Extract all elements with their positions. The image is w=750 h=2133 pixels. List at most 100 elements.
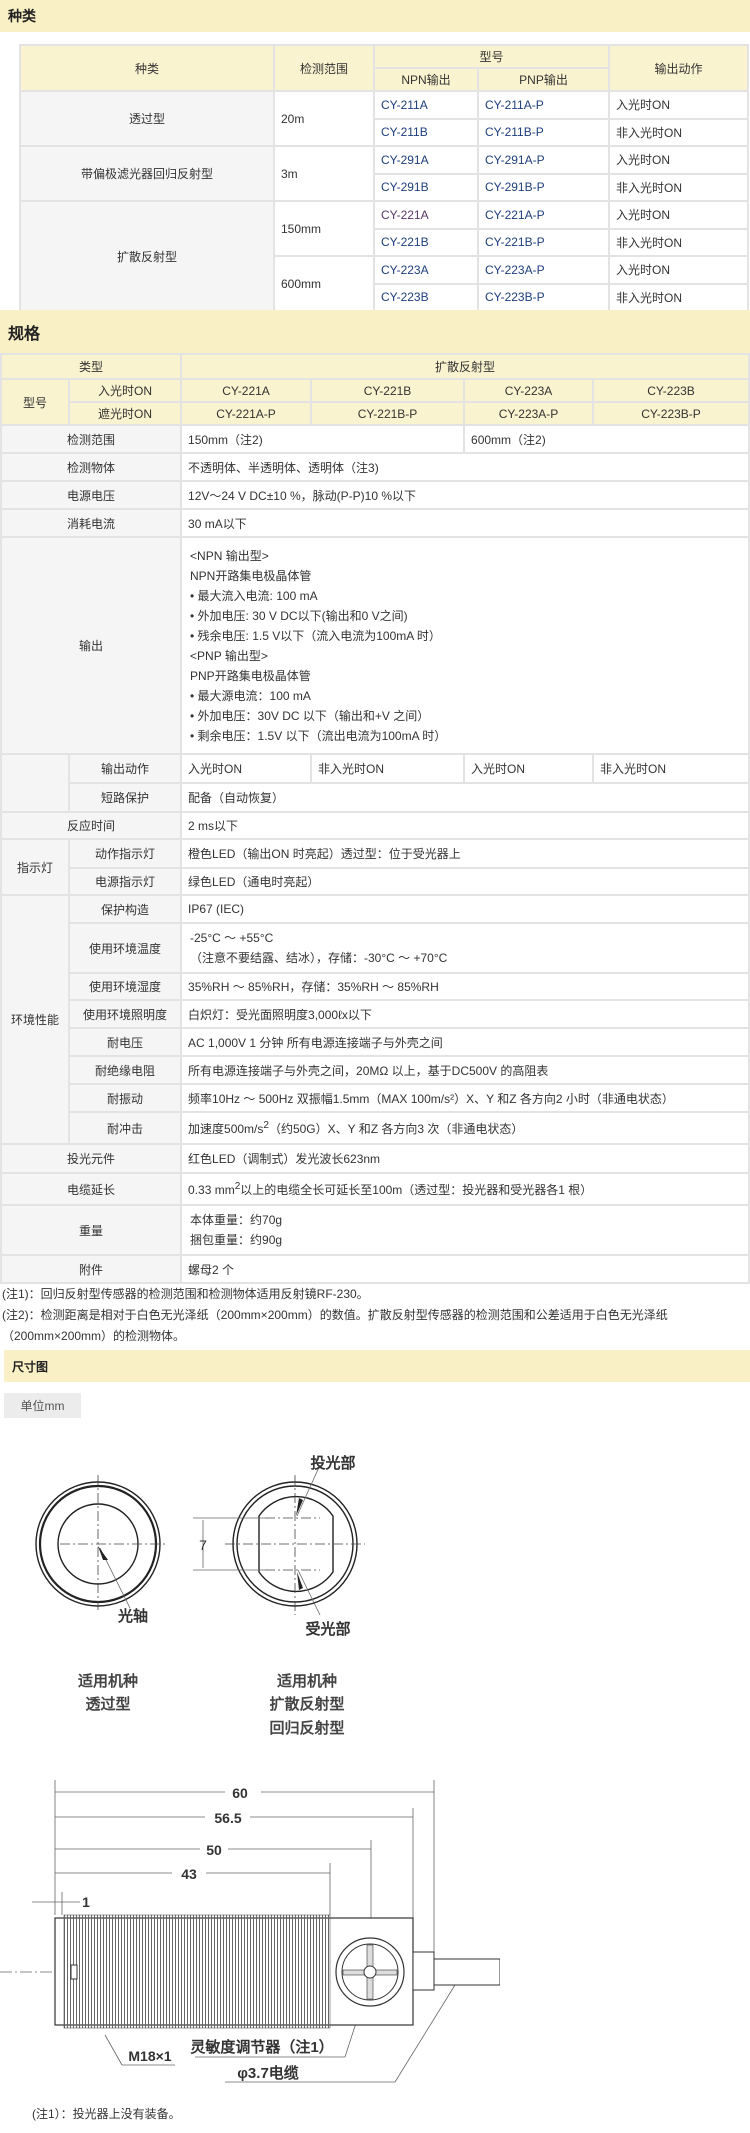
action-value: 入光时ON	[463, 753, 595, 784]
action-cell: 入光时ON	[608, 255, 750, 285]
cable-text: 以上的电缆全长可延长至100m（透过型：投光器和受光器各1 根）	[240, 1182, 593, 1197]
dim-56-5: 56.5	[214, 1810, 241, 1826]
emitter-label: 投光部	[310, 1454, 355, 1472]
type-value: 扩散反射型	[180, 353, 750, 380]
output-line: • 外加电压：30V DC 以下（输出和+V 之间）	[190, 708, 430, 723]
illum-value: 白炽灯：受光面照明度3,000ℓx以下	[180, 999, 750, 1029]
right-caption: 回归反射型	[269, 1719, 344, 1737]
output-group-label	[0, 753, 70, 813]
type-label: 类型	[0, 353, 183, 380]
pnp-model-link[interactable]: CY-221A-P	[476, 200, 611, 230]
emitter-value: 红色LED（调制式）发光波长623nm	[180, 1143, 750, 1174]
temp-label: 使用环境温度	[67, 922, 183, 974]
weight-line: 捆包重量：约90g	[190, 1233, 283, 1247]
object-label: 检测物体	[0, 452, 183, 482]
section-header-dimensions: 尺寸图	[4, 1350, 750, 1382]
model-b: CY-223A-P	[463, 401, 595, 426]
cable-label: φ3.7电缆	[237, 2064, 299, 2082]
pnp-model-link[interactable]: CY-291B-P	[476, 172, 611, 202]
npn-model-link[interactable]: CY-211A	[373, 90, 479, 120]
output-line: NPN开路集电极晶体管	[190, 568, 312, 583]
voltage-label: 电源电压	[0, 480, 183, 510]
dim-1: 1	[82, 1894, 90, 1910]
output-line: • 外加电压: 30 V DC以下(输出和0 V之间)	[190, 608, 408, 623]
emitter-label: 投光元件	[0, 1143, 183, 1174]
pnp-model-link[interactable]: CY-211A-P	[476, 90, 611, 120]
model-b: CY-221B-P	[310, 401, 466, 426]
output-line: <NPN 输出型>	[190, 548, 269, 563]
temp-line: （注意不要结露、结冰），存储：-30°C ～ +70°C	[190, 951, 448, 965]
action-cell: 非入光时ON	[608, 227, 750, 257]
output-line: PNP开路集电极晶体管	[190, 668, 311, 683]
model-a: CY-223A	[463, 378, 595, 403]
thread-label: M18×1	[128, 2048, 171, 2064]
output-line: • 最大源电流：100 mA	[190, 688, 311, 703]
adjuster-label: 灵敏度调节器（注1）	[190, 2038, 333, 2056]
left-caption: 适用机种	[78, 1672, 138, 1690]
dark-on-label: 遮光时ON	[67, 401, 183, 426]
types-table: 种类 检测范围 型号 输出动作 NPN输出 PNP输出 透过型 20m CY-211A CY-…	[19, 44, 750, 312]
npn-model-link[interactable]: CY-221A	[373, 200, 479, 230]
footnote-1: (注1)：回归反射型传感器的检测范围和检测物体适用反射镜RF-230。	[2, 1287, 369, 1301]
npn-model-link[interactable]: CY-291A	[373, 145, 479, 175]
front-view-diagrams: 光轴 投光部 受光部 7 适用机种 透过型 适用机种 扩散反射型 回归反射型	[35, 1454, 365, 1737]
pnp-model-link[interactable]: CY-211B-P	[476, 117, 611, 147]
npn-model-link[interactable]: CY-221B	[373, 227, 479, 257]
output-line: • 剩余电压：1.5V 以下（流出电流为100mA 时）	[190, 728, 447, 743]
section-title: 尺寸图	[12, 1359, 49, 1374]
pnp-model-link[interactable]: CY-221B-P	[476, 227, 611, 257]
output-value: <NPN 输出型> NPN开路集电极晶体管 • 最大流入电流: 100 mA • 外加…	[180, 536, 750, 755]
npn-model-link[interactable]: CY-211B	[373, 117, 479, 147]
action-cell: 非入光时ON	[608, 172, 750, 202]
npn-model-link[interactable]: CY-223A	[373, 255, 479, 285]
weight-value: 本体重量：约70g 捆包重量：约90g	[180, 1204, 750, 1256]
light-on-label: 入光时ON	[67, 378, 183, 403]
receiver-label: 受光部	[305, 1620, 350, 1638]
npn-model-link[interactable]: CY-223B	[373, 282, 479, 312]
dimension-note: (注1）：投光器上没有装备。	[32, 2106, 181, 2121]
cable-stub	[412, 1951, 435, 1991]
current-value: 30 mA以下	[180, 508, 750, 538]
right-caption: 扩散反射型	[269, 1695, 344, 1713]
output-line: <PNP 输出型>	[190, 648, 268, 663]
pnp-model-link[interactable]: CY-223A-P	[476, 255, 611, 285]
section-title: 规格	[8, 325, 41, 343]
output-line: • 残余电压: 1.5 V以下（流入电流为100mA 时）	[190, 628, 441, 643]
dim-60: 60	[232, 1785, 248, 1801]
model-b: CY-221A-P	[180, 401, 313, 426]
withstand-label: 耐电压	[67, 1027, 183, 1057]
unit-label: 单位mm	[4, 1393, 81, 1418]
action-cell: 非入光时ON	[608, 282, 750, 312]
pnp-model-link[interactable]: CY-291A-P	[476, 145, 611, 175]
range-cell: 20m	[273, 90, 375, 147]
header-action: 输出动作	[608, 44, 750, 92]
action-cell: 非入光时ON	[608, 117, 750, 147]
range-value: 600mm（注2)	[463, 424, 750, 454]
pnp-model-link[interactable]: CY-223B-P	[476, 282, 611, 312]
cable	[433, 1958, 500, 1986]
protect-label: 保护构造	[67, 894, 183, 924]
temp-line: -25°C ～ +55°C	[190, 931, 274, 945]
power-indicator-label: 电源指示灯	[67, 867, 183, 896]
output-line: • 最大流入电流: 100 mA	[190, 588, 318, 603]
footnote-2: (注2)：检测距离是相对于白色无光泽纸（200mm×200mm）的数值。扩散反射…	[2, 1308, 668, 1343]
response-label: 反应时间	[0, 811, 183, 840]
power-indicator-value: 绿色LED（通电时亮起）	[180, 867, 750, 896]
output-label: 输出	[0, 536, 183, 755]
object-value: 不透明体、半透明体、透明体（注3)	[180, 452, 750, 482]
optical-axis-label: 光轴	[117, 1607, 148, 1625]
humid-label: 使用环境湿度	[67, 972, 183, 1001]
model-a: CY-221B	[310, 378, 466, 403]
npn-model-link[interactable]: CY-291B	[373, 172, 479, 202]
side-view-diagram: 60 56.5 50 43 1 M18×1 灵敏度调节器（注1） φ3.7电缆 …	[0, 1780, 500, 2121]
vibration-label: 耐振动	[67, 1083, 183, 1113]
right-caption: 适用机种	[277, 1672, 337, 1690]
section-header-specs: 规格	[0, 310, 750, 353]
accessory-value: 螺母2 个	[180, 1254, 750, 1284]
env-label: 环境性能	[0, 894, 70, 1145]
shock-value: 加速度500m/s2（约50G）X、Y 和Z 各方向3 次（非通电状态）	[180, 1111, 750, 1145]
header-kind: 种类	[19, 44, 275, 92]
kind-cell: 扩散反射型	[19, 200, 275, 312]
response-value: 2 ms以下	[180, 811, 750, 840]
header-pnp: PNP输出	[476, 67, 611, 92]
